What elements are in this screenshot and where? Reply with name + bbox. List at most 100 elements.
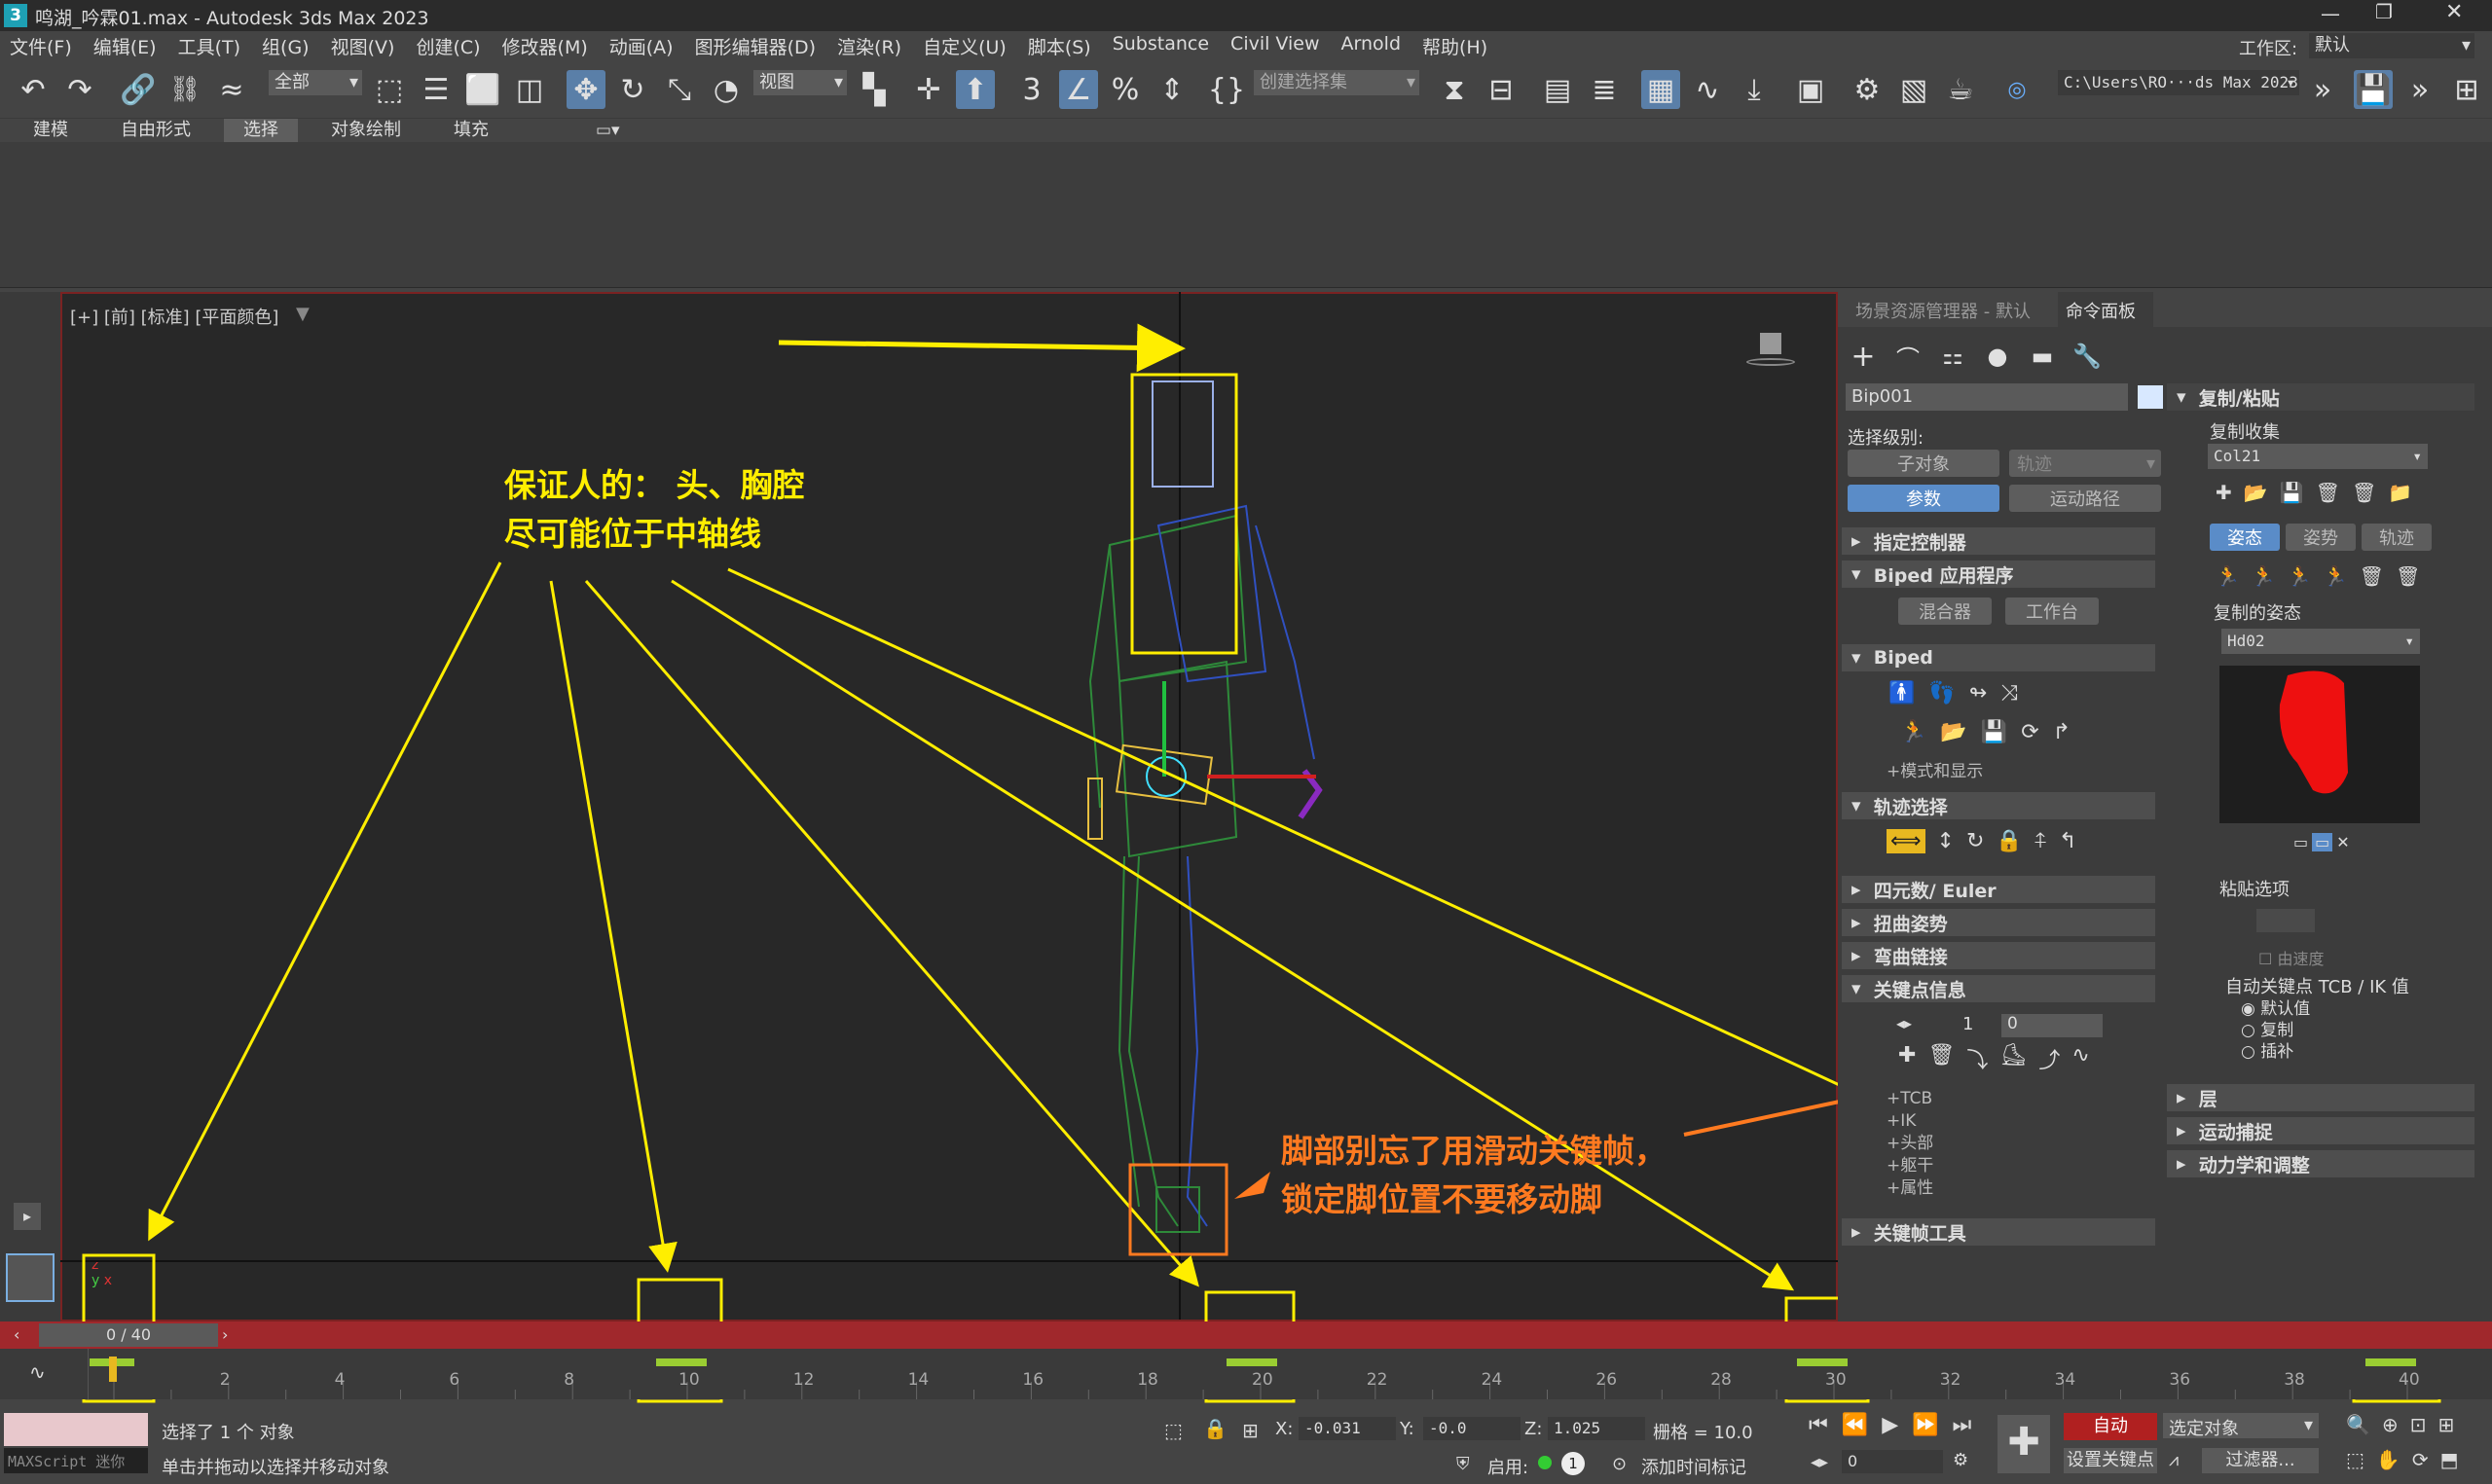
radio-copy[interactable]: ○ 复制 bbox=[2241, 1020, 2310, 1041]
key-time-field[interactable]: 0 bbox=[2001, 1014, 2103, 1037]
body-vertical-icon[interactable]: ↕ bbox=[1937, 829, 1955, 853]
mixer-mode-icon[interactable]: ⤨ bbox=[2000, 681, 2018, 706]
time-tag-icon[interactable]: ⊙ bbox=[1612, 1454, 1627, 1474]
set-key-icon[interactable]: ✚ bbox=[1898, 1043, 1916, 1074]
biped-playback-icon[interactable]: ↱ bbox=[2053, 720, 2071, 744]
load-motion-icon[interactable]: ⟳ bbox=[2021, 720, 2038, 744]
key-info-subrollout[interactable]: +头部 bbox=[1887, 1133, 1933, 1155]
modify-icon[interactable]: ⌒ bbox=[1888, 337, 1927, 376]
workbench-button[interactable]: 工作台 bbox=[2005, 597, 2099, 625]
prev-key-icon[interactable]: ⏪ bbox=[1842, 1413, 1868, 1437]
radio-default[interactable]: ◉ 默认值 bbox=[2241, 998, 2310, 1020]
y-coord-field[interactable]: -0.0 bbox=[1423, 1417, 1521, 1440]
tab-pose[interactable]: 姿势 bbox=[2286, 524, 2356, 551]
curve-editor-mini-icon[interactable]: ∿ bbox=[29, 1360, 46, 1384]
zoom-extents-all-icon[interactable]: ⊞ bbox=[2437, 1413, 2454, 1436]
add-time-tag[interactable]: 添加时间标记 bbox=[1641, 1454, 1746, 1479]
lock-com-icon[interactable]: 🔒 bbox=[1996, 829, 2022, 853]
auto-capture-icon[interactable]: ▭ bbox=[2312, 833, 2333, 851]
delete-key-icon[interactable]: 🗑 bbox=[1927, 1043, 1955, 1074]
prev-next-key-icon[interactable]: ◂▸ bbox=[1896, 1014, 1912, 1032]
isolate-selection-icon[interactable]: ⬚ bbox=[1164, 1419, 1183, 1442]
set-keys-icon[interactable]: ✚ bbox=[1997, 1415, 2050, 1473]
rollout-biped[interactable]: ▾ Biped bbox=[1842, 644, 2155, 671]
rollout-layers[interactable]: ▸ 层 bbox=[2167, 1084, 2474, 1111]
rollout-biped-apps[interactable]: ▾ Biped 应用程序 bbox=[1842, 561, 2155, 588]
adaptive-degradation-icon[interactable]: ⛨ bbox=[1456, 1454, 1470, 1474]
absolute-mode-icon[interactable]: ⊞ bbox=[1242, 1419, 1259, 1442]
tab-command-panel[interactable]: 命令面板 bbox=[2058, 292, 2153, 327]
rollout-copy-paste[interactable]: ▾ 复制/粘贴 bbox=[2167, 383, 2474, 411]
save-collection-icon[interactable]: 💾 bbox=[2280, 481, 2304, 504]
maxscript-mini-input[interactable]: MAXScript 迷你 bbox=[4, 1448, 148, 1473]
sub-object-button[interactable]: 子对象 bbox=[1848, 450, 1999, 477]
paste-option-buttons[interactable] bbox=[2256, 909, 2315, 932]
key-marker-40[interactable] bbox=[2365, 1358, 2416, 1366]
open-file-icon[interactable]: 📂 bbox=[1940, 720, 1966, 744]
rollout-keyframe-tools[interactable]: ▸ 关键帧工具 bbox=[1842, 1218, 2155, 1246]
motion-flow-icon[interactable]: ↬ bbox=[1969, 681, 1987, 706]
x-coord-field[interactable]: -0.031 bbox=[1299, 1417, 1396, 1440]
time-slider-thumb[interactable]: 0 / 40 bbox=[39, 1323, 218, 1347]
figure-mode-icon[interactable]: 🚹 bbox=[1888, 681, 1915, 706]
mixer-button[interactable]: 混合器 bbox=[1898, 597, 1992, 625]
paste-posture-icon[interactable]: 🏃 bbox=[2252, 564, 2276, 588]
set-free-key-icon[interactable]: ⤴ bbox=[2038, 1043, 2060, 1074]
motion-path-button[interactable]: 运动路径 bbox=[2009, 485, 2161, 512]
rollout-key-info[interactable]: ▾ 关键点信息 bbox=[1842, 975, 2155, 1002]
zoom-icon[interactable]: 🔍 bbox=[2346, 1413, 2370, 1436]
create-icon[interactable]: + bbox=[1844, 337, 1883, 376]
key-marker-30[interactable] bbox=[1797, 1358, 1848, 1366]
hierarchy-icon[interactable]: ⚏ bbox=[1933, 337, 1972, 376]
next-frame-icon[interactable]: › bbox=[222, 1325, 228, 1344]
go-to-end-icon[interactable]: ⏭ bbox=[1953, 1413, 1972, 1437]
max-load-icon[interactable]: 📁 bbox=[2388, 481, 2412, 504]
time-cursor[interactable] bbox=[109, 1357, 117, 1382]
orbit-icon[interactable]: ⟳ bbox=[2412, 1448, 2429, 1471]
key-info-subrollout[interactable]: +IK bbox=[1887, 1110, 1933, 1133]
set-planted-key-icon[interactable]: ⤵ bbox=[1966, 1043, 1988, 1074]
motion-icon[interactable]: ● bbox=[1978, 337, 2017, 376]
rollout-assign-controller[interactable]: ▸ 指定控制器 bbox=[1842, 527, 2155, 555]
footstep-mode-icon[interactable]: 👣 bbox=[1928, 681, 1955, 706]
zoom-extents-icon[interactable]: ⊡ bbox=[2410, 1413, 2427, 1436]
utilities-icon[interactable]: 🔧 bbox=[2068, 337, 2107, 376]
object-name-field[interactable]: Bip001 bbox=[1846, 383, 2128, 411]
key-marker-10[interactable] bbox=[656, 1358, 707, 1366]
rollout-track-selection[interactable]: ▾ 轨迹选择 bbox=[1842, 792, 2155, 819]
symmetrical-icon[interactable]: ⍏ bbox=[2034, 829, 2047, 853]
capture-viewport-icon[interactable]: ▭ bbox=[2293, 833, 2308, 851]
set-sliding-key-icon[interactable]: ⛸ bbox=[1999, 1043, 2027, 1074]
create-collection-icon[interactable]: ✚ bbox=[2216, 481, 2232, 504]
rollout-bend-links[interactable]: ▸ 弯曲链接 bbox=[1842, 942, 2155, 969]
key-marker-20[interactable] bbox=[1227, 1358, 1277, 1366]
track-bar[interactable]: ∿ bbox=[0, 1349, 2492, 1399]
info-icon[interactable]: 1 bbox=[1561, 1452, 1585, 1475]
tab-scene-explorer[interactable]: 场景资源管理器 - 默认 bbox=[1855, 298, 2031, 323]
save-file-icon[interactable]: 💾 bbox=[1981, 720, 2007, 744]
key-info-subrollout[interactable]: +属性 bbox=[1887, 1177, 1933, 1200]
trajectories-icon[interactable]: ∿ bbox=[2071, 1043, 2089, 1074]
delete-selected-icon[interactable]: 🗑 bbox=[2360, 564, 2384, 588]
go-to-start-icon[interactable]: ⏮ bbox=[1809, 1413, 1828, 1437]
maximize-viewport-icon[interactable]: ⬒ bbox=[2440, 1448, 2459, 1471]
tab-track[interactable]: 轨迹 bbox=[2362, 524, 2432, 551]
key-set-select[interactable]: 选定对象 ▾ bbox=[2163, 1413, 2319, 1439]
selection-lock-icon[interactable]: 🔒 bbox=[1203, 1417, 1228, 1440]
current-time-field[interactable]: 0 bbox=[1842, 1450, 1943, 1473]
key-info-subrollout[interactable]: +躯干 bbox=[1887, 1155, 1933, 1177]
next-key-icon[interactable]: ⏩ bbox=[1912, 1413, 1938, 1437]
prev-frame-icon[interactable]: ‹ bbox=[14, 1325, 19, 1344]
radio-interpolate[interactable]: ○ 插补 bbox=[2241, 1041, 2310, 1063]
paste-opposite-icon[interactable]: 🏃 bbox=[2288, 564, 2312, 588]
key-info-subrollout[interactable]: +TCB bbox=[1887, 1088, 1933, 1110]
set-key-button[interactable]: 设置关键点 bbox=[2064, 1448, 2157, 1473]
key-filters-icon[interactable]: ⩘ bbox=[2169, 1450, 2179, 1470]
maxscript-listener[interactable] bbox=[4, 1413, 148, 1446]
time-slider-track[interactable]: ‹ 0 / 40 › bbox=[0, 1321, 2492, 1349]
copy-collection-select[interactable]: Col21 ▾ bbox=[2208, 444, 2428, 469]
enable-indicator[interactable] bbox=[1538, 1456, 1552, 1469]
delete-collection-icon[interactable]: 🗑 bbox=[2316, 481, 2340, 504]
display-icon[interactable]: ▬ bbox=[2023, 337, 2062, 376]
rollout-quaternion-euler[interactable]: ▸ 四元数/ Euler bbox=[1842, 876, 2155, 903]
